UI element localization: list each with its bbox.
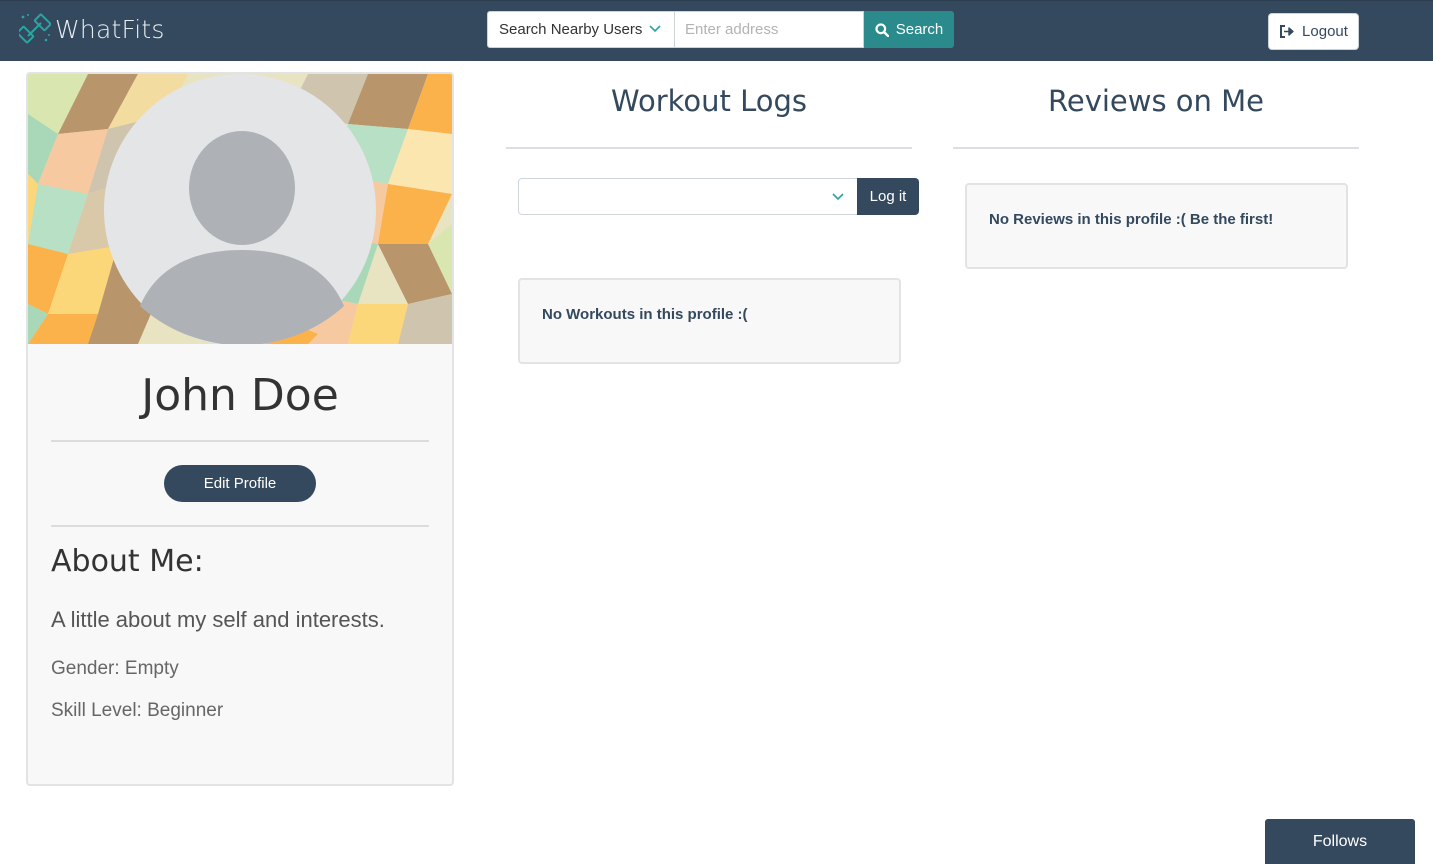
- profile-name: John Doe: [141, 370, 339, 421]
- address-input[interactable]: [675, 11, 864, 48]
- workouts-empty-box: No Workouts in this profile :(: [518, 278, 901, 364]
- sign-out-icon: [1280, 25, 1294, 38]
- divider: [51, 440, 429, 442]
- search-mode-select[interactable]: Search Nearby Users: [487, 11, 675, 48]
- log-it-button[interactable]: Log it: [857, 178, 919, 215]
- workout-logs-title: Workout Logs: [610, 84, 808, 118]
- logout-button-label: Logout: [1302, 23, 1348, 40]
- about-text: A little about my self and interests.: [51, 607, 385, 632]
- navbar: WhatFits Search Nearby Users Search Logo…: [0, 0, 1433, 61]
- gender-text: Gender: Empty: [51, 658, 179, 679]
- workout-select[interactable]: [518, 178, 858, 215]
- skill-level-text: Skill Level: Beginner: [51, 700, 224, 721]
- follows-button[interactable]: Follows: [1265, 819, 1415, 864]
- about-title: About Me:: [51, 544, 204, 579]
- chevron-down-icon: [832, 193, 844, 201]
- brand-name: WhatFits: [55, 14, 165, 44]
- search-icon: [875, 22, 889, 37]
- logout-button[interactable]: Logout: [1268, 13, 1359, 50]
- profile-cover: [28, 74, 452, 344]
- edit-profile-button[interactable]: Edit Profile: [164, 465, 316, 502]
- divider: [51, 525, 429, 527]
- divider: [506, 147, 912, 149]
- divider: [953, 147, 1359, 149]
- reviews-empty-box: No Reviews in this profile :( Be the fir…: [965, 183, 1348, 269]
- search-button[interactable]: Search: [864, 11, 954, 48]
- reviews-empty-text: No Reviews in this profile :( Be the fir…: [989, 211, 1274, 228]
- brand[interactable]: WhatFits: [19, 12, 165, 46]
- search-mode-value: Search Nearby Users: [499, 21, 643, 38]
- workouts-empty-text: No Workouts in this profile :(: [542, 306, 748, 323]
- dumbbell-icon: [19, 13, 51, 44]
- reviews-title: Reviews on Me: [1048, 84, 1264, 118]
- profile-card: John Doe Edit Profile About Me: A little…: [26, 72, 454, 786]
- chevron-down-icon: [649, 25, 661, 33]
- search-button-label: Search: [895, 21, 944, 38]
